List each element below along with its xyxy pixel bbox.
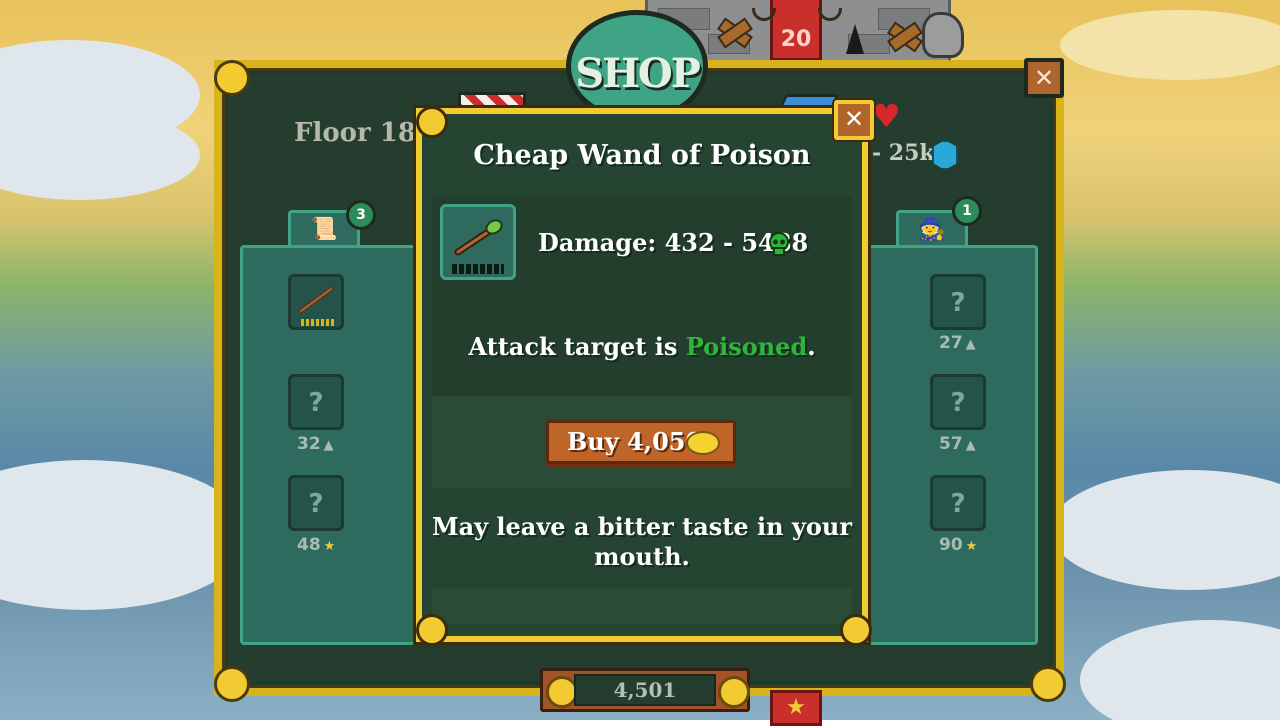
buy-button-label: Buy 4,050 (567, 427, 703, 456)
popup-band (432, 588, 852, 624)
star-icon: ★ (770, 690, 822, 726)
wand-icon (454, 219, 503, 256)
board-corner (1030, 666, 1066, 702)
scroll-icon: 📜 (310, 217, 338, 242)
board-corner (214, 666, 250, 702)
spire-icon: ▲ (965, 438, 976, 453)
slot-price: 48 ★ (297, 535, 336, 555)
shop-slot-locked[interactable]: ? (930, 274, 986, 330)
spire-icon: ▲ (965, 337, 976, 352)
coin-icon (686, 431, 720, 455)
slot-price: 32 ▲ (297, 434, 334, 454)
hp-cost: - 25k (872, 140, 935, 166)
popup-corner (416, 614, 448, 646)
star-icon: ★ (323, 539, 336, 554)
cloud (1050, 470, 1280, 590)
shop-slot-wand[interactable] (288, 274, 344, 330)
skull-icon (769, 232, 789, 256)
flavor-text: May leave a bitter taste in your mouth. (432, 512, 852, 571)
item-level-bar (452, 264, 504, 274)
spire-icon: ▲ (323, 438, 334, 453)
board-corner (214, 60, 250, 96)
cloud (0, 460, 250, 610)
effect-prefix: Attack target is (468, 332, 686, 361)
hat-icon: 🧙 (918, 217, 946, 242)
close-popup-button[interactable]: ✕ (834, 100, 874, 140)
tab-hats-badge: 1 (952, 196, 982, 226)
shop-slot-locked[interactable]: ? (288, 475, 344, 531)
gold-amount: 4,501 (574, 674, 716, 706)
spike-icon (846, 24, 864, 54)
slot-price: 27 ▲ (939, 333, 976, 353)
popup-corner (416, 106, 448, 138)
shop-slot-locked[interactable]: ? (288, 374, 344, 430)
tab-scrolls-badge: 3 (346, 200, 376, 230)
shop-sign: SHOP (566, 10, 708, 122)
close-shop-button[interactable]: ✕ (1024, 58, 1064, 98)
shop-slot-locked[interactable]: ? (930, 475, 986, 531)
slot-level-bar (301, 319, 335, 326)
cloud (1060, 10, 1280, 80)
slot-price: 90 ★ (939, 535, 978, 555)
tower-level-banner: 20 (770, 0, 822, 61)
item-effect: Attack target is Poisoned. (432, 332, 852, 361)
shop-slot-locked[interactable]: ? (930, 374, 986, 430)
effect-suffix: . (807, 332, 816, 361)
popup-corner (840, 614, 872, 646)
heart-icon: ♥ (872, 97, 901, 135)
stick-icon (298, 286, 334, 314)
star-icon: ★ (965, 539, 978, 554)
floor-label: Floor 18 (294, 118, 416, 148)
effect-keyword-poisoned: Poisoned (685, 332, 808, 361)
cloud (1080, 620, 1280, 720)
slot-price: 57 ▲ (939, 434, 976, 454)
coin-icon (718, 676, 750, 708)
gargoyle-icon (922, 12, 964, 58)
item-title: Cheap Wand of Poison (473, 140, 811, 171)
